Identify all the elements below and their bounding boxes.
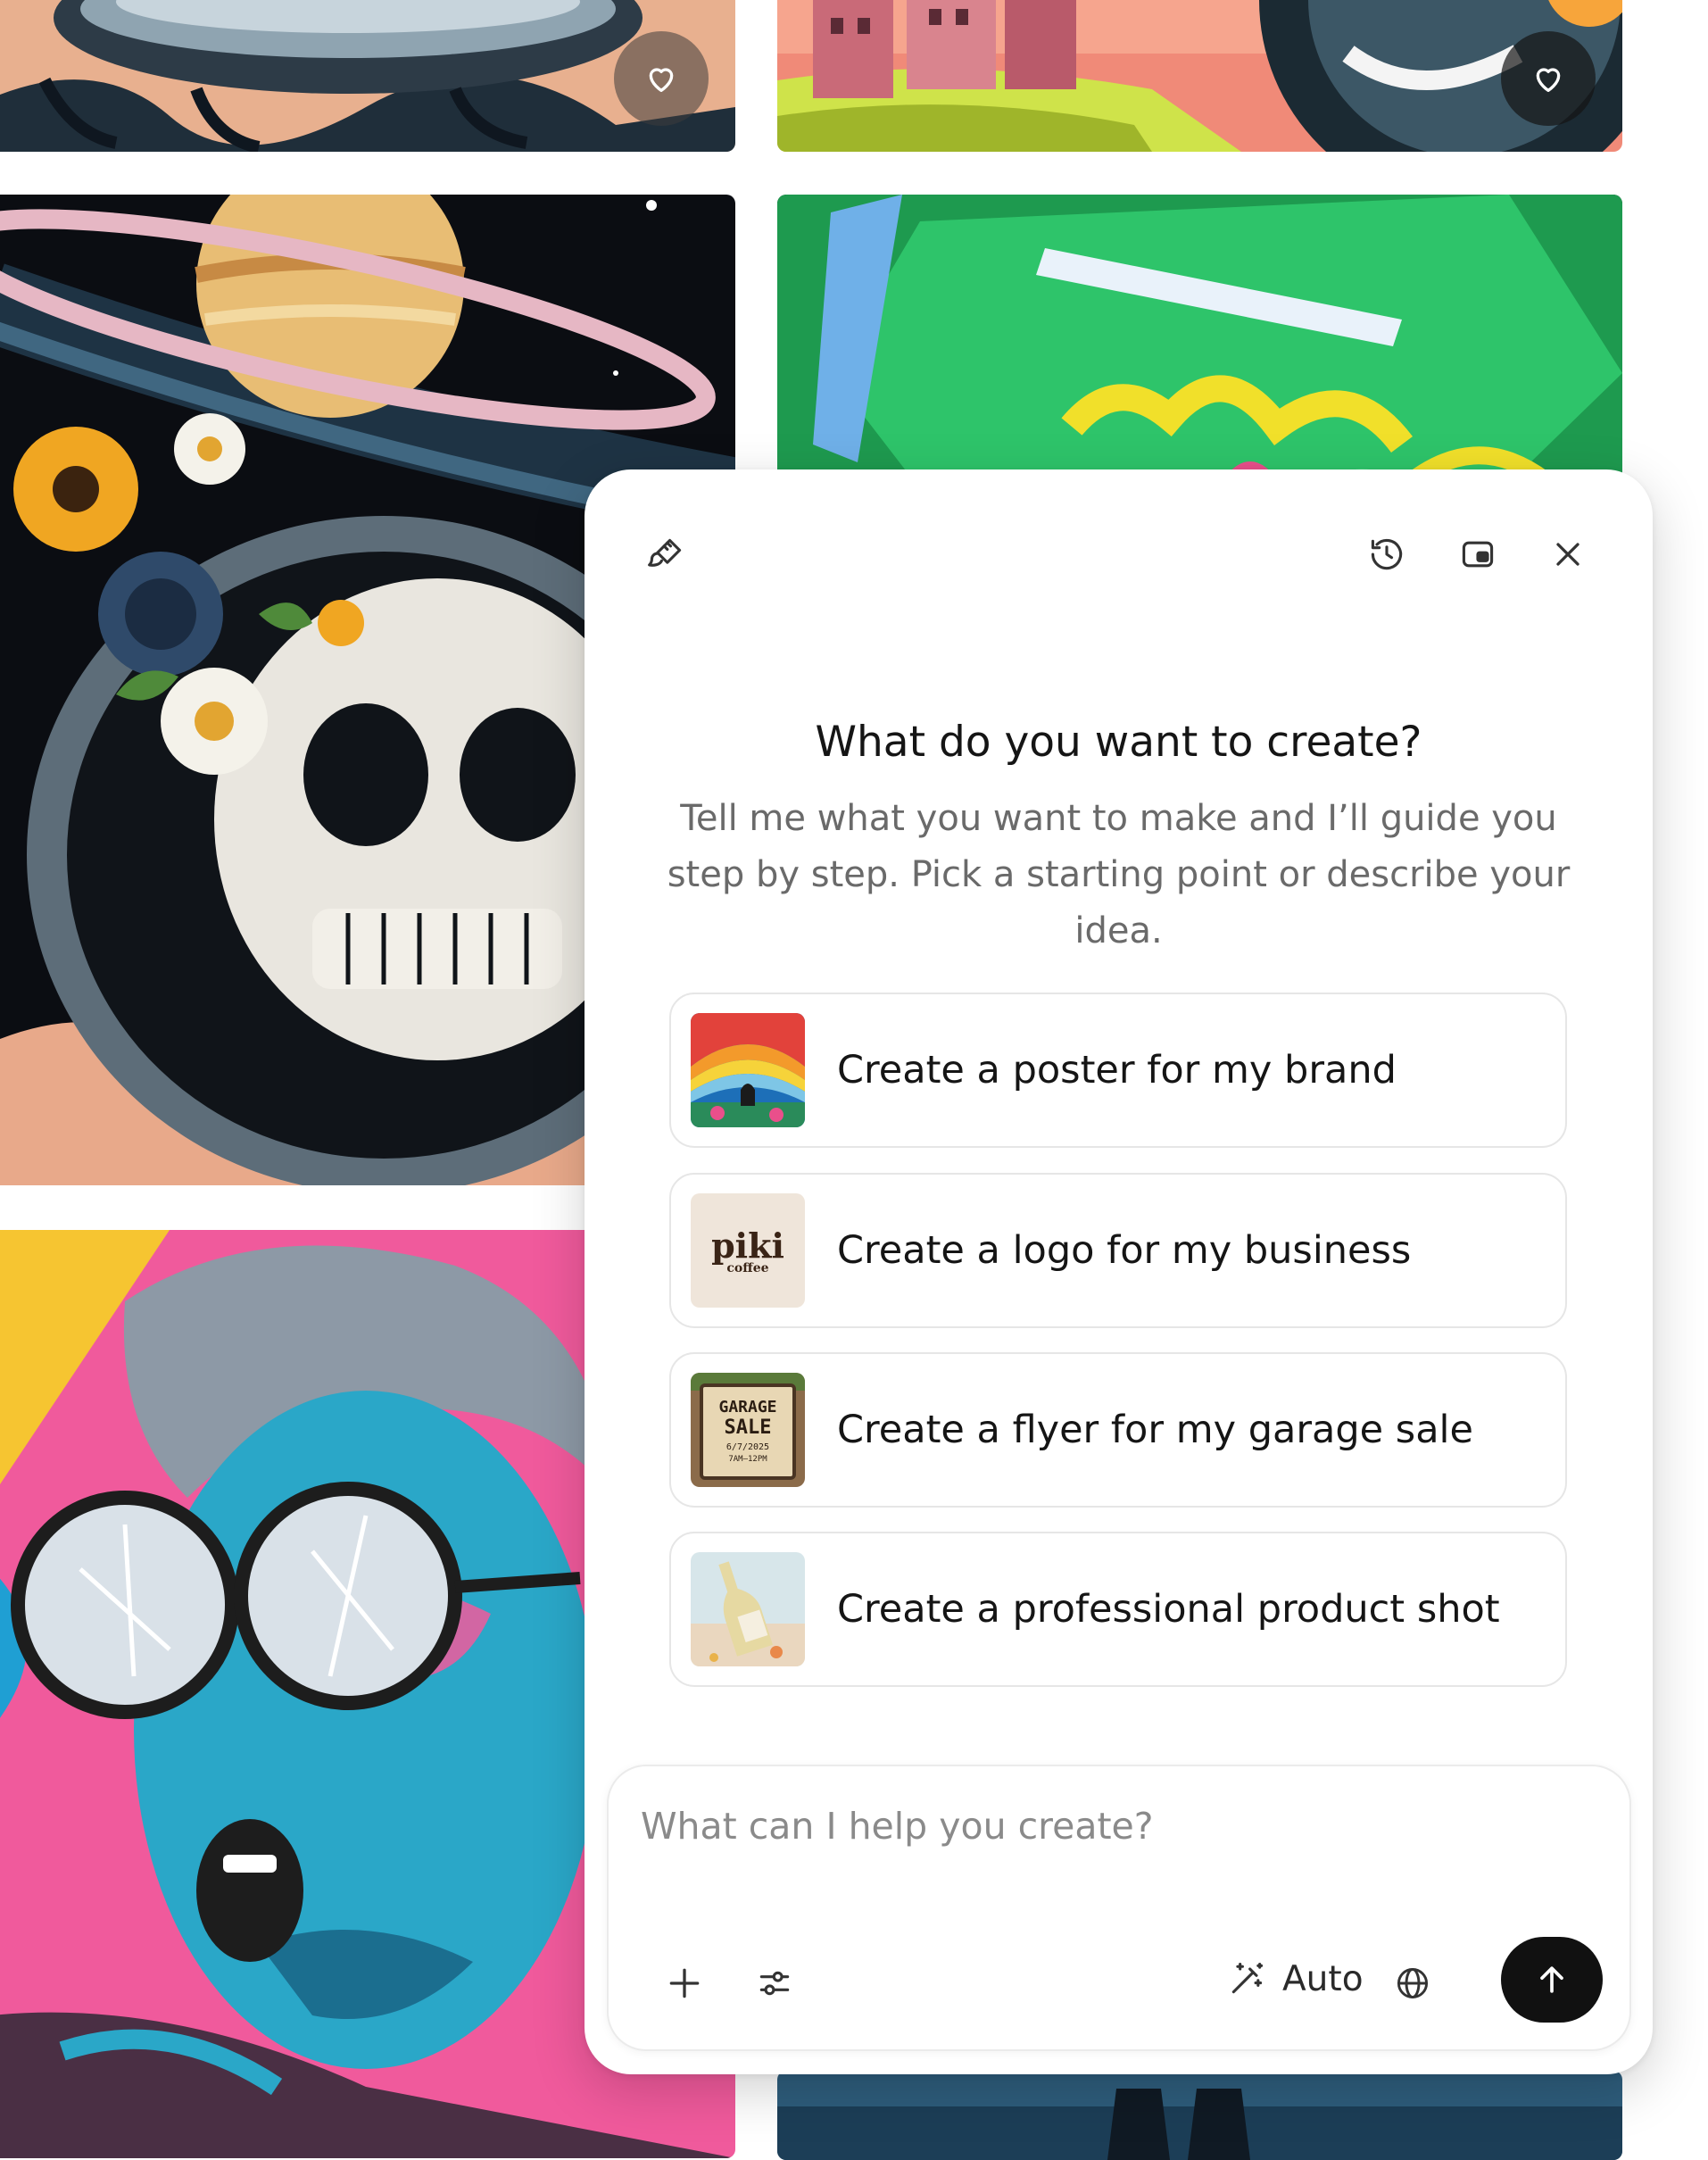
close-icon <box>1556 543 1579 566</box>
panel-subtitle: Tell me what you want to make and I’ll g… <box>667 798 1571 951</box>
magic-wand-icon <box>1231 1962 1264 1994</box>
suggestion-label: Create a professional product shot <box>837 1587 1500 1632</box>
favorite-button[interactable] <box>614 31 709 126</box>
logo-subtitle: coffee <box>726 1261 768 1275</box>
add-attachment-button[interactable] <box>655 1954 714 2013</box>
prompt-composer: Auto <box>607 1765 1631 2051</box>
flyer-time: 7AM–12PM <box>728 1455 767 1464</box>
poster-thumbnail <box>691 1013 805 1127</box>
suggestion-label: Create a poster for my brand <box>837 1048 1397 1092</box>
arrow-up-icon <box>1540 1966 1563 1993</box>
create-assistant-panel: What do you want to create? Tell me what… <box>585 469 1653 2074</box>
web-search-toggle[interactable] <box>1383 1954 1442 2013</box>
garage-sale-sign: GARAGE SALE 6/7/2025 7AM–12PM <box>691 1373 805 1487</box>
rainbow-poster <box>691 1013 805 1127</box>
suggestion-label: Create a logo for my business <box>837 1228 1412 1273</box>
heart-icon <box>649 68 674 93</box>
piki-coffee-logo: piki coffee <box>691 1193 805 1308</box>
flyer-thumbnail: GARAGE SALE 6/7/2025 7AM–12PM <box>691 1373 805 1487</box>
mode-label: Auto <box>1282 1958 1364 1999</box>
suggestion-card-product-shot[interactable]: Create a professional product shot <box>669 1532 1567 1687</box>
brush-button[interactable] <box>636 525 695 584</box>
suggestion-card-flyer[interactable]: GARAGE SALE 6/7/2025 7AM–12PM Create a f… <box>669 1352 1567 1508</box>
suggestion-card-logo[interactable]: piki coffee Create a logo for my busines… <box>669 1173 1567 1328</box>
close-button[interactable] <box>1538 525 1597 584</box>
settings-sliders-button[interactable] <box>745 1954 804 2013</box>
wine-bottle-shot <box>691 1552 805 1666</box>
mode-selector[interactable]: Auto <box>1227 1948 1364 2010</box>
product-thumbnail <box>691 1552 805 1666</box>
panel-heading: What do you want to create? <box>815 718 1422 767</box>
logo-thumbnail: piki coffee <box>691 1193 805 1308</box>
plus-icon <box>669 1968 700 1998</box>
pink-castle-art <box>777 0 1622 152</box>
flyer-date: 6/7/2025 <box>726 1442 769 1452</box>
prompt-input[interactable] <box>639 1804 1446 1848</box>
flyer-title-2: SALE <box>725 1416 772 1439</box>
favorite-button[interactable] <box>1501 31 1596 126</box>
globe-icon <box>1397 1967 1429 1999</box>
history-icon <box>1371 538 1403 570</box>
blue-figure-art <box>777 2071 1622 2160</box>
sliders-icon <box>759 1971 790 1996</box>
send-button[interactable] <box>1501 1937 1603 2023</box>
picture-in-picture-icon <box>1462 541 1494 568</box>
gallery-tile-blue-figure[interactable] <box>777 2071 1622 2160</box>
suggestion-label: Create a flyer for my garage sale <box>837 1408 1473 1452</box>
suggestion-card-poster[interactable]: Create a poster for my brand <box>669 993 1567 1148</box>
history-button[interactable] <box>1357 525 1416 584</box>
logo-title: piki <box>711 1225 784 1266</box>
gallery-tile-pink-castle[interactable] <box>777 0 1622 152</box>
picture-in-picture-button[interactable] <box>1448 525 1507 584</box>
paint-brush-icon <box>648 538 682 567</box>
flyer-title: GARAGE <box>718 1398 776 1416</box>
heart-icon <box>1536 68 1561 93</box>
